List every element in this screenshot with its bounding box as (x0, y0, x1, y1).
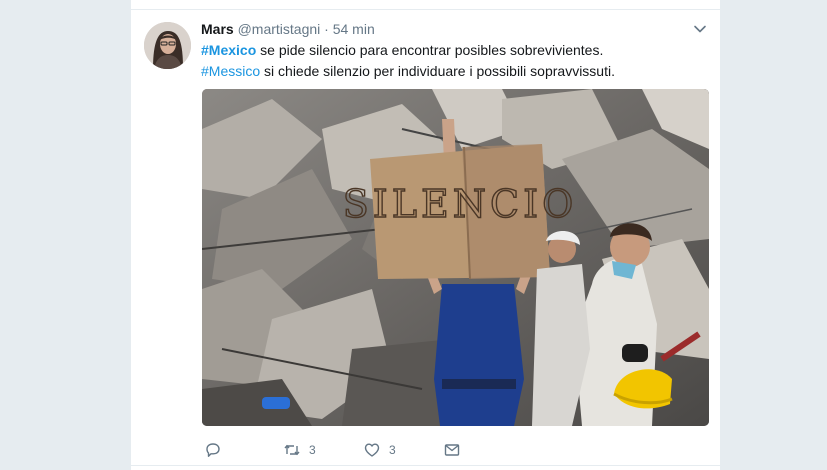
author-handle[interactable]: @martistagni (238, 21, 321, 37)
like-count: 3 (389, 443, 396, 457)
sign-text: SILENCIO (343, 182, 578, 226)
retweet-icon (284, 444, 300, 456)
author-name[interactable]: Mars (201, 21, 234, 37)
tweet-line-text: si chiede silenzio per individuare i pos… (260, 62, 615, 79)
rubble-photo: SILENCIO (202, 89, 709, 426)
retweet-count: 3 (309, 443, 316, 457)
timeline-column: Mars @martistagni · 54 min #Mexico se pi… (130, 0, 721, 470)
hashtag-link[interactable]: #Mexico (201, 42, 256, 58)
separator: · (324, 21, 329, 37)
tweet-line-spanish: #Mexico se pide silencio para encontrar … (201, 40, 615, 61)
heart-icon (364, 443, 380, 457)
envelope-icon (444, 444, 460, 456)
like-button[interactable]: 3 (363, 439, 396, 461)
avatar[interactable] (144, 22, 191, 69)
tweet-line-italian: #Messico si chiede silenzio per individu… (201, 61, 615, 82)
timestamp[interactable]: 54 min (333, 21, 375, 37)
tweet-actions: 3 3 (201, 439, 601, 461)
chevron-down-icon[interactable] (693, 22, 707, 36)
tweet-line-text: se pide silencio para encontrar posibles… (256, 42, 604, 58)
user-avatar-icon (144, 22, 191, 69)
reply-button[interactable] (204, 439, 222, 461)
reply-icon (206, 443, 220, 457)
tweet-text: #Mexico se pide silencio para encontrar … (201, 40, 615, 81)
divider (131, 465, 720, 466)
tweet-header: Mars @martistagni · 54 min (201, 21, 375, 37)
direct-message-button[interactable] (443, 439, 461, 461)
retweet-button[interactable]: 3 (283, 439, 316, 461)
hashtag-link[interactable]: #Messico (201, 63, 260, 79)
divider (131, 9, 720, 10)
tweet-photo[interactable]: SILENCIO (202, 89, 709, 426)
